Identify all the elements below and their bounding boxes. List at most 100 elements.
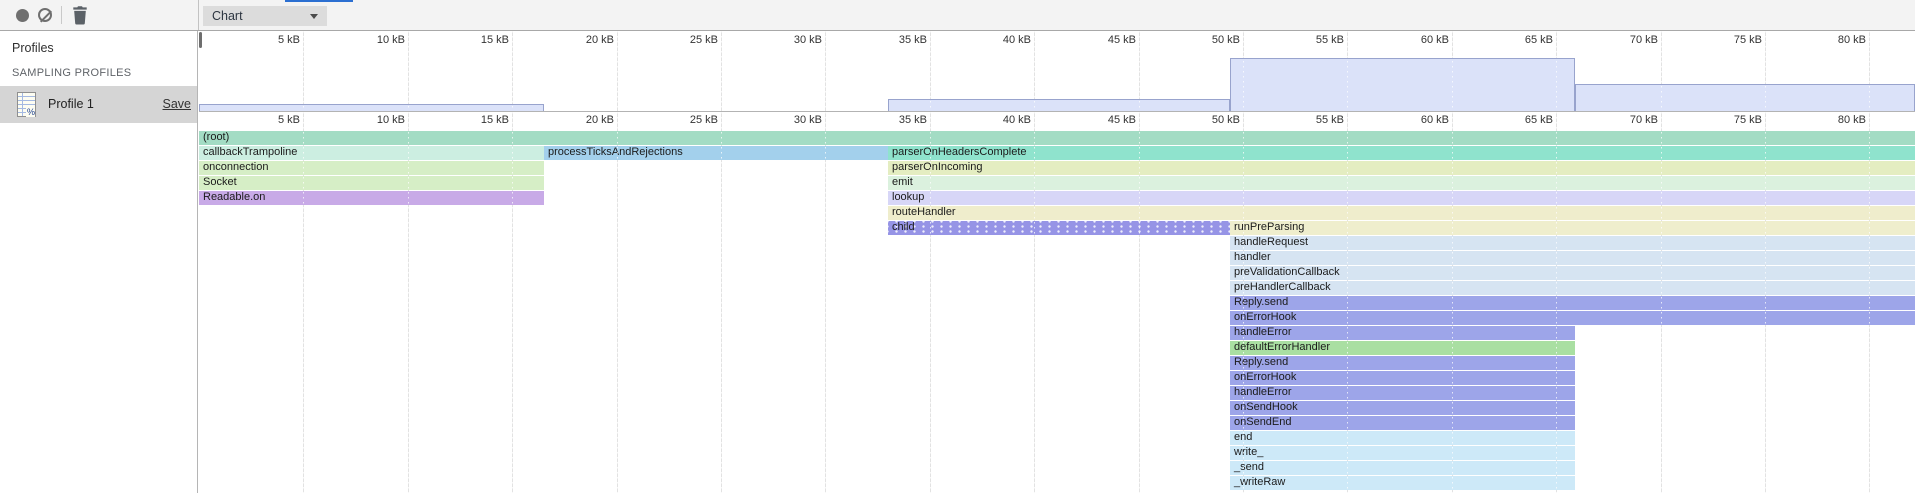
flame-bar[interactable]: onErrorHook xyxy=(1230,371,1575,385)
ruler-gridline-dots xyxy=(1243,112,1244,493)
flame-bar[interactable]: handleError xyxy=(1230,326,1575,340)
ruler-tick-label: 35 kB xyxy=(867,34,927,46)
ruler-tick-label: 60 kB xyxy=(1389,114,1449,126)
flame-bar[interactable]: Socket xyxy=(199,176,544,190)
ruler-tick-label: 55 kB xyxy=(1284,114,1344,126)
ruler-gridline-dots xyxy=(408,31,409,111)
ruler-gridline-dots xyxy=(930,112,931,493)
ruler-gridline-dots xyxy=(721,112,722,493)
ruler-tick-label: 70 kB xyxy=(1598,114,1658,126)
ruler-gridline-dots xyxy=(1452,112,1453,493)
flame-bar[interactable]: Reply.send xyxy=(1230,296,1915,310)
ruler-gridline-dots xyxy=(1034,112,1035,493)
ruler-gridline-dots xyxy=(1661,112,1662,493)
ruler-tick-label: 55 kB xyxy=(1284,34,1344,46)
flame-bar[interactable]: defaultErrorHandler xyxy=(1230,341,1575,355)
ruler-gridline-dots xyxy=(1869,112,1870,493)
view-mode-select[interactable]: Chart xyxy=(203,6,327,26)
ruler-tick-label: 45 kB xyxy=(1076,114,1136,126)
ruler-gridline-dots xyxy=(512,112,513,493)
toolbar-pane-divider xyxy=(198,0,199,30)
allocation-overview-pane[interactable]: 5 kB10 kB15 kB20 kB25 kB30 kB35 kB40 kB4… xyxy=(199,31,1915,112)
flame-bar[interactable]: handler xyxy=(1230,251,1915,265)
ruler-gridline-dots xyxy=(617,112,618,493)
record-icon[interactable] xyxy=(16,9,29,22)
ruler-tick-label: 70 kB xyxy=(1598,34,1658,46)
ruler-gridline-dots xyxy=(303,112,304,493)
flame-bar[interactable]: handleRequest xyxy=(1230,236,1915,250)
ruler-tick-label: 35 kB xyxy=(867,114,927,126)
toolbar: Chart xyxy=(0,0,1915,31)
ruler-tick-label: 65 kB xyxy=(1493,34,1553,46)
ruler-gridline-dots xyxy=(1765,112,1766,493)
flame-bar[interactable]: onSendEnd xyxy=(1230,416,1575,430)
flame-bar[interactable]: emit xyxy=(888,176,1915,190)
ruler-tick-label: 5 kB xyxy=(240,34,300,46)
flame-bar[interactable]: preHandlerCallback xyxy=(1230,281,1915,295)
flame-bar[interactable]: end xyxy=(1230,431,1575,445)
memory-profiler-panel: Chart Profiles SAMPLING PROFILES Profile… xyxy=(0,0,1915,493)
flame-bar[interactable]: processTicksAndRejections xyxy=(544,146,888,160)
clear-all-profiles-icon[interactable] xyxy=(38,8,52,22)
ruler-tick-label: 60 kB xyxy=(1389,34,1449,46)
profiles-sidebar: Profiles SAMPLING PROFILES Profile 1 Sav… xyxy=(0,31,198,493)
chart-area: 5 kB10 kB15 kB20 kB25 kB30 kB35 kB40 kB4… xyxy=(199,31,1915,493)
ruler-gridline-dots xyxy=(1347,112,1348,493)
ruler-tick-label: 15 kB xyxy=(449,114,509,126)
ruler-tick-label: 40 kB xyxy=(971,114,1031,126)
flame-bar[interactable]: lookup xyxy=(888,191,1915,205)
ruler-gridline-dots xyxy=(930,31,931,111)
ruler-tick-label: 30 kB xyxy=(762,34,822,46)
overview-area-step xyxy=(1230,58,1575,111)
ruler-gridline-dots xyxy=(1869,31,1870,111)
delete-profile-icon[interactable] xyxy=(71,6,89,25)
flame-bar[interactable]: onconnection xyxy=(199,161,544,175)
overview-drag-handle[interactable] xyxy=(199,32,202,48)
sidebar-item-profile-1[interactable]: Profile 1 Save xyxy=(0,86,197,123)
save-profile-link[interactable]: Save xyxy=(163,97,192,111)
overview-area-step xyxy=(888,99,1230,111)
overview-area-step xyxy=(1575,84,1915,111)
flame-bar[interactable]: onSendHook xyxy=(1230,401,1575,415)
flame-chart-pane: 5 kB10 kB15 kB20 kB25 kB30 kB35 kB40 kB4… xyxy=(199,112,1915,493)
sampling-profiles-section-label: SAMPLING PROFILES xyxy=(12,67,131,79)
ruler-gridline-dots xyxy=(1139,31,1140,111)
flame-bar[interactable]: onErrorHook xyxy=(1230,311,1915,325)
ruler-tick-label: 75 kB xyxy=(1702,34,1762,46)
ruler-tick-label: 30 kB xyxy=(762,114,822,126)
view-mode-value: Chart xyxy=(212,9,243,23)
flame-bar[interactable]: callbackTrampoline xyxy=(199,146,544,160)
ruler-tick-label: 65 kB xyxy=(1493,114,1553,126)
flame-bar[interactable]: child xyxy=(888,221,1230,235)
flame-bar[interactable]: routeHandler xyxy=(888,206,1915,220)
ruler-tick-label: 10 kB xyxy=(345,34,405,46)
flame-bar[interactable]: parserOnIncoming xyxy=(888,161,1915,175)
chevron-down-icon xyxy=(310,14,318,19)
flame-bar[interactable]: handleError xyxy=(1230,386,1575,400)
flame-bar[interactable]: parserOnHeadersComplete xyxy=(888,146,1915,160)
flame-bar[interactable]: (root) xyxy=(199,131,1915,145)
ruler-gridline-dots xyxy=(617,31,618,111)
flame-bar[interactable]: runPreParsing xyxy=(1230,221,1915,235)
flame-bar[interactable]: _send xyxy=(1230,461,1575,475)
ruler-gridline-dots xyxy=(1243,31,1244,111)
ruler-gridline-dots xyxy=(721,31,722,111)
ruler-gridline-dots xyxy=(825,112,826,493)
ruler-gridline-dots xyxy=(825,31,826,111)
ruler-tick-label: 50 kB xyxy=(1180,114,1240,126)
ruler-gridline-dots xyxy=(1452,31,1453,111)
ruler-tick-label: 25 kB xyxy=(658,114,718,126)
flame-bar[interactable]: Readable.on xyxy=(199,191,544,205)
ruler-tick-label: 80 kB xyxy=(1806,34,1866,46)
ruler-tick-label: 45 kB xyxy=(1076,34,1136,46)
flame-bar[interactable]: _writeRaw xyxy=(1230,476,1575,490)
ruler-tick-label: 5 kB xyxy=(240,114,300,126)
sidebar-title: Profiles xyxy=(12,41,54,55)
ruler-tick-label: 50 kB xyxy=(1180,34,1240,46)
flame-bar[interactable]: write_ xyxy=(1230,446,1575,460)
ruler-gridline-dots xyxy=(1034,31,1035,111)
flame-bar[interactable]: Reply.send xyxy=(1230,356,1575,370)
ruler-tick-label: 40 kB xyxy=(971,34,1031,46)
flame-bar[interactable]: preValidationCallback xyxy=(1230,266,1915,280)
ruler-gridline-dots xyxy=(1661,31,1662,111)
